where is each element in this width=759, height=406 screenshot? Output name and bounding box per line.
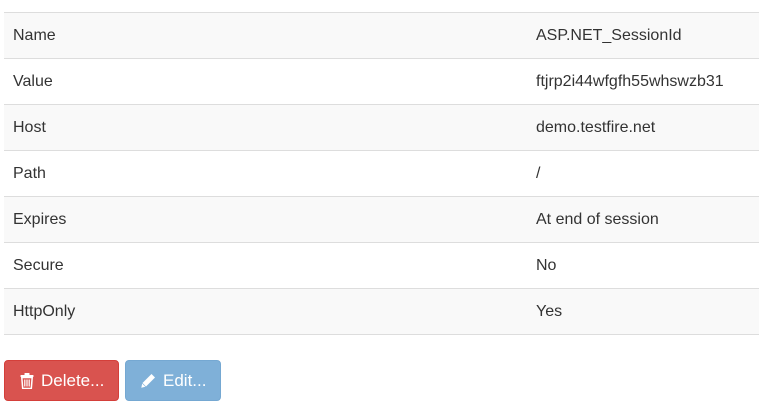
table-row: Expires At end of session (4, 196, 759, 243)
property-value-host: demo.testfire.net (527, 104, 759, 151)
property-key-name: Name (4, 12, 527, 59)
table-row: Value ftjrp2i44wfgfh55whswzb31 (4, 58, 759, 105)
table-row: HttpOnly Yes (4, 288, 759, 335)
property-value-secure: No (527, 242, 759, 289)
table-row: Host demo.testfire.net (4, 104, 759, 151)
cookie-details-panel: Name ASP.NET_SessionId Value ftjrp2i44wf… (0, 0, 759, 406)
property-value-path: / (527, 150, 759, 197)
property-key-httponly: HttpOnly (4, 288, 527, 335)
table-row: Path / (4, 150, 759, 197)
cookie-actions: Delete... Edit... (4, 360, 221, 401)
cookie-properties-table: Name ASP.NET_SessionId Value ftjrp2i44wf… (4, 12, 759, 335)
table-row: Secure No (4, 242, 759, 289)
property-value-expires: At end of session (527, 196, 759, 243)
property-key-value: Value (4, 58, 527, 105)
property-key-secure: Secure (4, 242, 527, 289)
property-key-path: Path (4, 150, 527, 197)
property-key-expires: Expires (4, 196, 527, 243)
trash-icon (20, 372, 34, 389)
edit-button-label: Edit... (163, 370, 207, 390)
edit-button[interactable]: Edit... (125, 360, 221, 401)
pencil-icon (141, 373, 156, 389)
property-value-httponly: Yes (527, 288, 759, 335)
property-value-value: ftjrp2i44wfgfh55whswzb31 (527, 58, 759, 105)
table-row: Name ASP.NET_SessionId (4, 12, 759, 59)
property-value-name: ASP.NET_SessionId (527, 12, 759, 59)
property-key-host: Host (4, 104, 527, 151)
delete-button-label: Delete... (41, 370, 105, 390)
delete-button[interactable]: Delete... (4, 360, 119, 401)
